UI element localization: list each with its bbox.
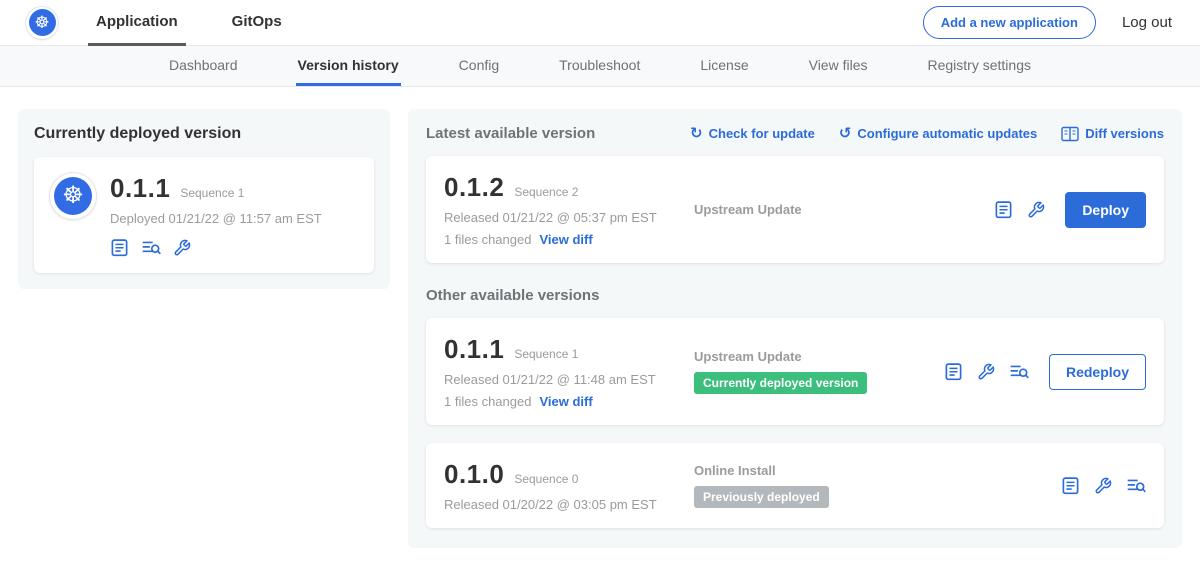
diff-versions-icon [1061,126,1079,142]
subnav-dashboard[interactable]: Dashboard [167,46,240,86]
config-wrench-icon[interactable] [1094,477,1112,495]
version-source-block: Upstream Update Currently deployed versi… [694,349,944,394]
version-source: Upstream Update [694,202,802,217]
diff-icon[interactable] [1126,477,1146,495]
diff-icon[interactable] [141,239,161,257]
files-changed-label: 1 files changed [444,232,531,247]
deployed-panel-title: Currently deployed version [34,125,374,143]
previously-deployed-badge: Previously deployed [694,486,829,508]
top-tabs: Application GitOps [88,0,328,46]
deploy-button[interactable]: Deploy [1065,192,1146,228]
diff-versions-label: Diff versions [1085,126,1164,141]
config-wrench-icon[interactable] [977,363,995,381]
version-row-latest: 0.1.2 Sequence 2 Released 01/21/22 @ 05:… [426,156,1164,263]
release-notes-icon[interactable] [1061,476,1080,495]
version-number: 0.1.1 [444,334,504,365]
sequence-label: Sequence 1 [514,347,578,361]
version-source: Upstream Update [694,349,802,364]
check-for-update-label: Check for update [709,126,815,141]
version-source: Online Install [694,463,776,478]
diff-icon[interactable] [1009,363,1029,381]
released-date: Released 01/20/22 @ 03:05 pm EST [444,497,694,512]
version-row: 0.1.0 Sequence 0 Released 01/20/22 @ 03:… [426,443,1164,528]
version-actions: Deploy [994,192,1146,228]
version-source-block: Upstream Update [694,202,994,217]
latest-available-title: Latest available version [426,125,595,142]
logout-link[interactable]: Log out [1122,14,1172,31]
kubernetes-wheel-icon: ☸ [54,177,92,215]
kubernetes-glyph: ☸ [62,184,84,208]
configure-auto-updates-label: Configure automatic updates [857,126,1037,141]
tab-gitops[interactable]: GitOps [224,0,290,46]
view-diff-link[interactable]: View diff [539,394,592,409]
view-diff-link[interactable]: View diff [539,232,592,247]
version-actions: Redeploy [944,354,1146,390]
diff-versions-link[interactable]: Diff versions [1061,126,1164,142]
kubernetes-logo: ☸ [26,7,58,39]
deployed-sequence-label: Sequence 1 [180,186,244,200]
version-number: 0.1.0 [444,459,504,490]
version-actions [1061,476,1146,495]
version-info: 0.1.0 Sequence 0 Released 01/20/22 @ 03:… [444,459,694,512]
configure-auto-updates-link[interactable]: ↺ Configure automatic updates [839,126,1037,141]
add-application-button[interactable]: Add a new application [923,6,1096,39]
redeploy-button[interactable]: Redeploy [1049,354,1146,390]
auto-update-icon: ↺ [839,126,852,141]
tab-application[interactable]: Application [88,0,186,46]
refresh-icon: ↻ [690,126,703,141]
version-source-block: Online Install Previously deployed [694,463,1061,508]
app-subnav: Dashboard Version history Config Trouble… [0,46,1200,87]
main-content: Currently deployed version ☸ 0.1.1 Seque… [0,87,1200,570]
sequence-label: Sequence 2 [514,185,578,199]
version-row: 0.1.1 Sequence 1 Released 01/21/22 @ 11:… [426,318,1164,425]
files-changed-label: 1 files changed [444,394,531,409]
release-notes-icon[interactable] [110,238,129,257]
subnav-config[interactable]: Config [457,46,501,86]
kubernetes-glyph: ☸ [34,14,49,31]
config-wrench-icon[interactable] [173,239,191,257]
currently-deployed-badge: Currently deployed version [694,372,867,394]
version-info: 0.1.1 Sequence 1 Released 01/21/22 @ 11:… [444,334,694,409]
app-logo: ☸ [50,173,96,219]
subnav-license[interactable]: License [698,46,750,86]
deployed-version-card: ☸ 0.1.1 Sequence 1 Deployed 01/21/22 @ 1… [34,157,374,273]
kubernetes-wheel-icon: ☸ [29,9,56,36]
check-for-update-link[interactable]: ↻ Check for update [690,126,815,141]
subnav-registry-settings[interactable]: Registry settings [926,46,1033,86]
deployed-version-info: 0.1.1 Sequence 1 Deployed 01/21/22 @ 11:… [110,173,322,257]
panel-actions: ↻ Check for update ↺ Configure automatic… [690,126,1164,142]
release-notes-icon[interactable] [994,200,1013,219]
currently-deployed-panel: Currently deployed version ☸ 0.1.1 Seque… [18,109,390,289]
available-versions-panel: Latest available version ↻ Check for upd… [408,109,1182,548]
top-header: ☸ Application GitOps Add a new applicati… [0,0,1200,46]
released-date: Released 01/21/22 @ 11:48 am EST [444,372,694,387]
subnav-troubleshoot[interactable]: Troubleshoot [557,46,642,86]
version-info: 0.1.2 Sequence 2 Released 01/21/22 @ 05:… [444,172,694,247]
other-versions-title: Other available versions [426,287,1164,304]
deployed-version-number: 0.1.1 [110,173,170,204]
config-wrench-icon[interactable] [1027,201,1045,219]
sequence-label: Sequence 0 [514,472,578,486]
version-number: 0.1.2 [444,172,504,203]
header-actions: Add a new application Log out [923,6,1172,39]
subnav-version-history[interactable]: Version history [296,46,401,86]
deployed-date: Deployed 01/21/22 @ 11:57 am EST [110,211,322,226]
subnav-view-files[interactable]: View files [807,46,870,86]
released-date: Released 01/21/22 @ 05:37 pm EST [444,210,694,225]
release-notes-icon[interactable] [944,362,963,381]
